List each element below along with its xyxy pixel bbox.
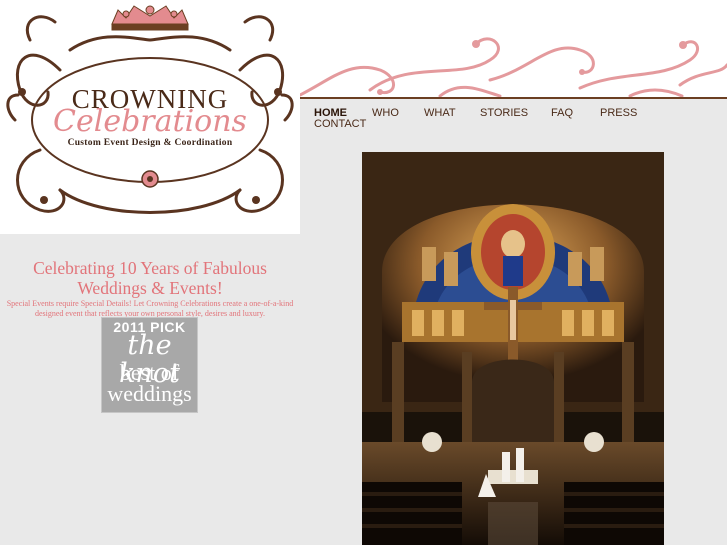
nav-who[interactable]: WHO <box>372 108 399 119</box>
logo-script-title: Celebrations <box>53 104 247 139</box>
nav-faq[interactable]: FAQ <box>551 108 573 119</box>
intro-headline: Celebrating 10 Years of Fabulous Wedding… <box>33 258 267 298</box>
nav-contact[interactable]: CONTACT <box>314 119 366 130</box>
swirl-ornament <box>300 37 727 98</box>
site-logo[interactable]: CROWNING Celebrations Custom Event Desig… <box>0 0 300 234</box>
badge-line2: weddings <box>107 381 192 406</box>
nav-press[interactable]: PRESS <box>600 108 637 119</box>
cathedral-image <box>362 152 664 545</box>
rosette-icon <box>141 170 159 188</box>
header-divider <box>300 97 727 99</box>
nav-stories[interactable]: STORIES <box>480 108 528 119</box>
cathedral-photo <box>362 152 664 545</box>
crown-icon <box>111 5 189 31</box>
logo-tagline: Custom Event Design & Coordination <box>67 138 233 148</box>
nav-what[interactable]: WHAT <box>424 108 456 119</box>
intro-body: Special Events require Special Details! … <box>6 299 294 318</box>
header-swirl-band <box>300 0 727 98</box>
the-knot-badge[interactable]: 2011 PICK the knot best of weddings <box>101 317 198 413</box>
